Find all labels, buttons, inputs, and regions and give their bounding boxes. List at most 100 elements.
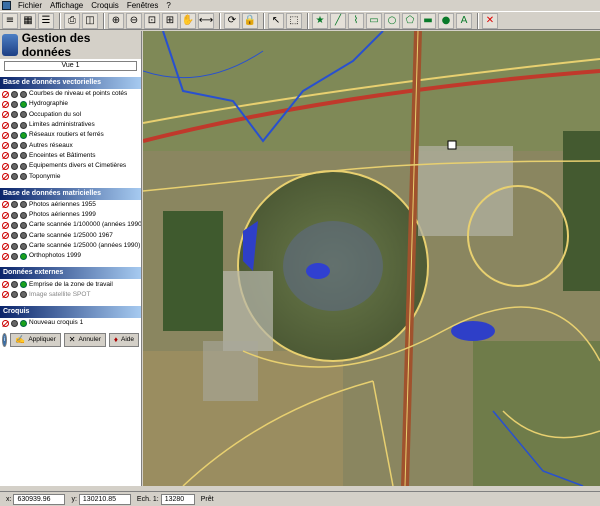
line-icon[interactable]: ╱ xyxy=(330,12,346,29)
layer-style-icon[interactable] xyxy=(11,131,18,139)
no-entry-icon[interactable] xyxy=(2,111,9,119)
layer-style-icon[interactable] xyxy=(11,221,18,229)
layers-icon[interactable]: ≡ xyxy=(2,12,18,29)
layer-row[interactable]: Emprise de la zone de travail xyxy=(0,279,141,289)
layer-row[interactable]: Nouveau croquis 1 xyxy=(0,318,141,328)
no-entry-icon[interactable] xyxy=(2,281,9,289)
no-entry-icon[interactable] xyxy=(2,242,9,250)
no-entry-icon[interactable] xyxy=(2,121,9,129)
layer-row[interactable]: Toponymie xyxy=(0,171,141,181)
zoom-in-icon[interactable]: ⊕ xyxy=(108,12,124,29)
zoom-window-icon[interactable]: ⊡ xyxy=(144,12,160,29)
layer-row[interactable]: Réseaux routiers et ferrés xyxy=(0,130,141,140)
no-entry-icon[interactable] xyxy=(2,90,9,98)
layer-style-icon[interactable] xyxy=(11,211,18,219)
measure-icon[interactable]: ⟷ xyxy=(198,12,214,29)
layer-row[interactable]: Photos aériennes 1955 xyxy=(0,200,141,210)
no-entry-icon[interactable] xyxy=(2,142,9,150)
orthophoto-map[interactable] xyxy=(143,31,600,486)
info-button[interactable]: i xyxy=(2,333,8,348)
zoom-out-icon[interactable]: ⊖ xyxy=(126,12,142,29)
layer-row[interactable]: Image satellite SPOT xyxy=(0,290,141,300)
menu-fichier[interactable]: Fichier xyxy=(14,0,46,11)
layer-row[interactable]: Orthophotos 1999 xyxy=(0,251,141,261)
map-view[interactable] xyxy=(143,31,600,486)
layer-style-icon[interactable] xyxy=(11,121,18,129)
visibility-icon[interactable] xyxy=(20,173,27,181)
no-entry-icon[interactable] xyxy=(2,162,9,170)
visibility-icon[interactable] xyxy=(20,232,27,240)
polygon-icon[interactable]: ⬠ xyxy=(402,12,418,29)
layer-row[interactable]: Autres réseaux xyxy=(0,140,141,150)
polyline-icon[interactable]: ⌇ xyxy=(348,12,364,29)
cancel-button[interactable]: ✕ Annuler xyxy=(63,333,106,348)
menu-affichage[interactable]: Affichage xyxy=(46,0,87,11)
no-entry-icon[interactable] xyxy=(2,319,9,327)
no-entry-icon[interactable] xyxy=(2,291,9,299)
menu-croquis[interactable]: Croquis xyxy=(87,0,123,11)
visibility-icon[interactable] xyxy=(20,201,27,209)
layer-style-icon[interactable] xyxy=(11,100,18,108)
visibility-icon[interactable] xyxy=(20,319,27,327)
layer-row[interactable]: Carte scannée 1/25000 1967 xyxy=(0,231,141,241)
refresh-icon[interactable]: ⟳ xyxy=(224,12,240,29)
zoom-extent-icon[interactable]: ⊞ xyxy=(162,12,178,29)
list-icon[interactable]: ☰ xyxy=(38,12,54,29)
no-entry-icon[interactable] xyxy=(2,152,9,160)
layer-style-icon[interactable] xyxy=(11,142,18,150)
filled-rectangle-icon[interactable]: ▬ xyxy=(420,12,436,29)
no-entry-icon[interactable] xyxy=(2,232,9,240)
apply-button[interactable]: ✍ Appliquer xyxy=(10,333,61,348)
visibility-icon[interactable] xyxy=(20,291,27,299)
select-area-icon[interactable]: ⬚ xyxy=(286,12,302,29)
layer-row[interactable]: Enceintes et Bâtiments xyxy=(0,151,141,161)
menu-help[interactable]: ? xyxy=(162,0,174,11)
visibility-icon[interactable] xyxy=(20,142,27,150)
pan-icon[interactable]: ✋ xyxy=(180,12,196,29)
layer-row[interactable]: Hydrographie xyxy=(0,99,141,109)
help-button[interactable]: ♦ Aide xyxy=(108,333,139,348)
layer-style-icon[interactable] xyxy=(11,111,18,119)
layer-style-icon[interactable] xyxy=(11,162,18,170)
visibility-icon[interactable] xyxy=(20,162,27,170)
layer-row[interactable]: Occupation du sol xyxy=(0,110,141,120)
visibility-icon[interactable] xyxy=(20,281,27,289)
visibility-icon[interactable] xyxy=(20,111,27,119)
layer-style-icon[interactable] xyxy=(11,242,18,250)
no-entry-icon[interactable] xyxy=(2,100,9,108)
select-arrow-icon[interactable]: ↖ xyxy=(268,12,284,29)
delete-icon[interactable]: ✕ xyxy=(482,12,498,29)
layer-style-icon[interactable] xyxy=(11,291,18,299)
rectangle-icon[interactable]: ▭ xyxy=(366,12,382,29)
print-icon[interactable]: ⎙ xyxy=(64,12,80,29)
layer-row[interactable]: Courbes de niveau et points cotés xyxy=(0,89,141,99)
layer-row[interactable]: Limites administratives xyxy=(0,120,141,130)
no-entry-icon[interactable] xyxy=(2,211,9,219)
layer-style-icon[interactable] xyxy=(11,232,18,240)
scale-field[interactable]: 13280 xyxy=(160,493,195,505)
circle-icon[interactable]: ○ xyxy=(384,12,400,29)
layer-style-icon[interactable] xyxy=(11,173,18,181)
lock-icon[interactable]: 🔒 xyxy=(242,12,258,29)
layer-style-icon[interactable] xyxy=(11,252,18,260)
print-preview-icon[interactable]: ◫ xyxy=(82,12,98,29)
visibility-icon[interactable] xyxy=(20,211,27,219)
no-entry-icon[interactable] xyxy=(2,201,9,209)
visibility-icon[interactable] xyxy=(20,131,27,139)
layer-style-icon[interactable] xyxy=(11,201,18,209)
visibility-icon[interactable] xyxy=(20,221,27,229)
layer-row[interactable]: Equipements divers et Cimetières xyxy=(0,161,141,171)
layer-style-icon[interactable] xyxy=(11,281,18,289)
no-entry-icon[interactable] xyxy=(2,173,9,181)
visibility-icon[interactable] xyxy=(20,252,27,260)
visibility-icon[interactable] xyxy=(20,152,27,160)
layer-style-icon[interactable] xyxy=(11,319,18,327)
text-icon[interactable]: A xyxy=(456,12,472,29)
menu-fenetres[interactable]: Fenêtres xyxy=(123,0,163,11)
layer-row[interactable]: Photos aériennes 1999 xyxy=(0,210,141,220)
visibility-icon[interactable] xyxy=(20,90,27,98)
layer-style-icon[interactable] xyxy=(11,90,18,98)
visibility-icon[interactable] xyxy=(20,100,27,108)
view-selector[interactable]: Vue 1 xyxy=(4,61,137,71)
layer-row[interactable]: Carte scannée 1/25000 (années 1990) xyxy=(0,241,141,251)
